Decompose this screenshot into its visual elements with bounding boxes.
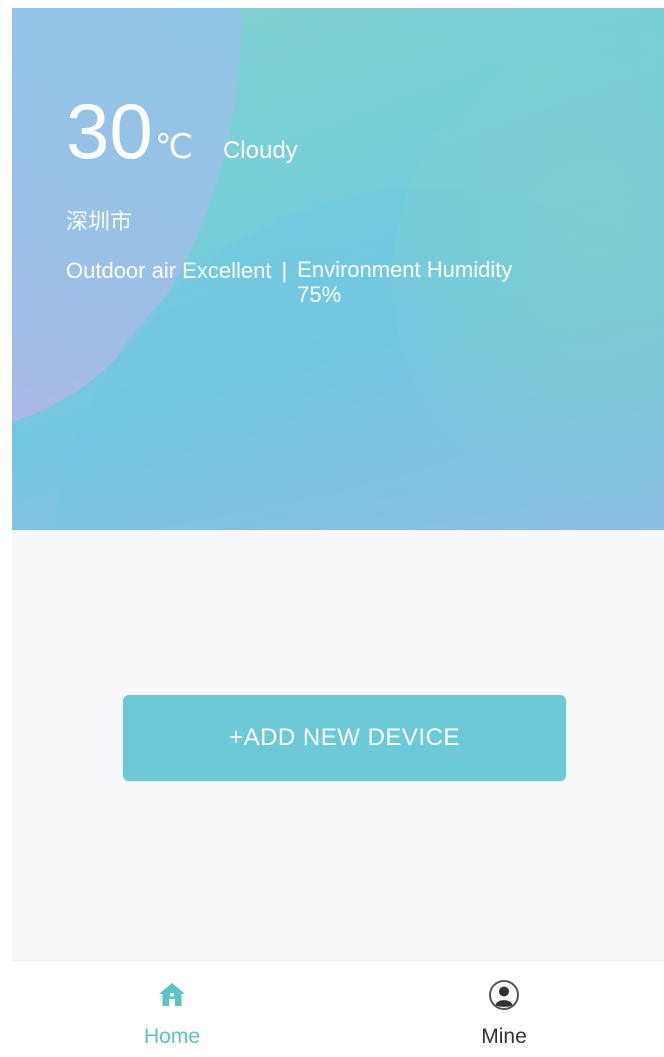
weather-condition: Cloudy xyxy=(222,137,298,164)
temperature-row: 30 ℃ Cloudy xyxy=(66,92,298,170)
tab-home-label: Home xyxy=(143,1025,201,1048)
temperature-unit: ℃ xyxy=(154,128,193,166)
weather-summary: 30 ℃ Cloudy 深圳市 xyxy=(66,92,298,236)
humidity-info: Environment Humidity 75% xyxy=(297,257,513,307)
user-icon xyxy=(489,980,519,1010)
humidity-value: 75% xyxy=(297,281,342,307)
home-icon xyxy=(159,983,185,1006)
tab-mine[interactable]: Mine xyxy=(344,961,664,1057)
tab-mine-label: Mine xyxy=(481,1025,527,1048)
add-new-device-button[interactable]: +ADD NEW DEVICE xyxy=(123,695,566,781)
humidity-label: Environment Humidity xyxy=(297,257,513,282)
info-separator: | xyxy=(281,258,288,283)
tab-home[interactable]: Home xyxy=(12,961,344,1057)
air-quality-text: Outdoor air Excellent xyxy=(66,258,272,283)
environment-info: Outdoor air Excellent | Environment Humi… xyxy=(66,257,636,307)
city-name: 深圳市 xyxy=(66,210,133,235)
bottom-tab-bar: Home Mine xyxy=(12,960,664,1057)
app-screen: 30 ℃ Cloudy 深圳市 Outdoor air Excellent | … xyxy=(0,0,664,1057)
temperature-value: 30 xyxy=(66,87,153,175)
device-area: +ADD NEW DEVICE xyxy=(12,530,664,960)
